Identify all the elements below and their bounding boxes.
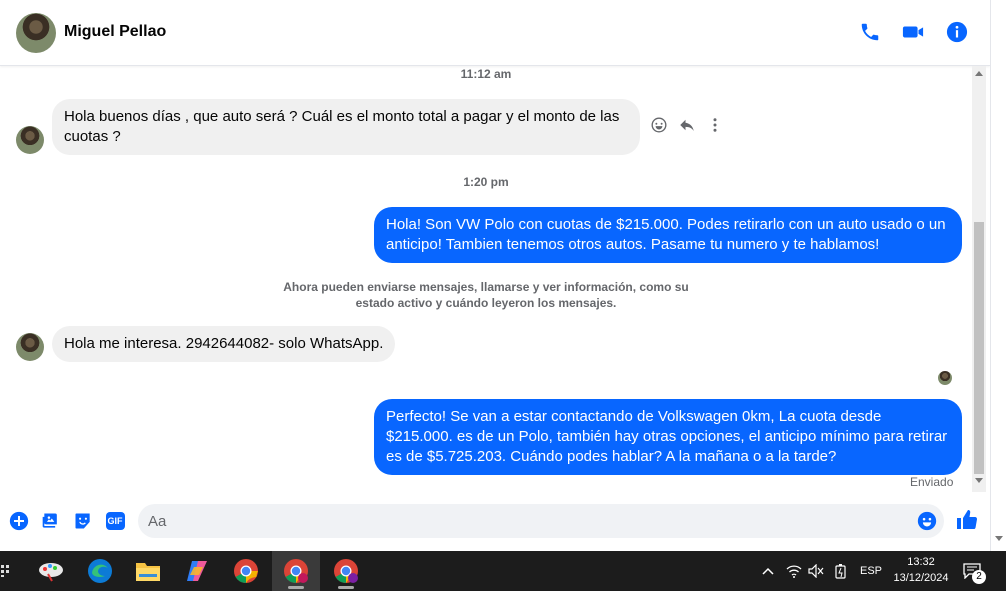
message-actions (650, 116, 724, 134)
incoming-message[interactable]: Hola buenos días , que auto será ? Cuál … (52, 99, 640, 155)
chrome-icon (234, 559, 258, 583)
window-edge-scrollbar[interactable] (990, 0, 1006, 551)
clock-time: 13:32 (907, 556, 935, 568)
message-composer: GIF (0, 498, 990, 544)
show-hidden-icons-button[interactable] (762, 551, 774, 591)
chrome-profile-icon (284, 559, 308, 583)
taskbar-clock[interactable]: 13:32 13/12/2024 (888, 554, 954, 586)
gif-icon: GIF (105, 512, 125, 530)
taskbar-app-paint[interactable] (37, 557, 65, 585)
voice-call-button[interactable] (858, 20, 882, 44)
delivery-status: Enviado (910, 475, 954, 489)
message-timestamp: 1:20 pm (463, 175, 509, 189)
scroll-down-arrow-icon[interactable] (995, 536, 1003, 541)
video-camera-icon (902, 26, 924, 38)
image-icon (42, 513, 57, 528)
emoji-icon (917, 511, 937, 531)
battery-charging-icon (835, 564, 846, 579)
sticker-icon (75, 513, 90, 529)
running-app-indicator (338, 586, 354, 589)
paint-palette-icon (39, 563, 63, 582)
chevron-up-icon (762, 567, 774, 575)
edge-browser-icon (88, 559, 112, 583)
attach-photo-button[interactable] (40, 510, 62, 532)
chrome-profile-icon (334, 559, 358, 583)
reply-arrow-icon (680, 119, 694, 131)
thumbs-up-icon (957, 510, 978, 529)
more-actions-button[interactable] (8, 510, 30, 532)
plus-circle-icon (9, 511, 29, 531)
taskbar-app-copilot[interactable] (183, 557, 211, 585)
input-language[interactable]: ESP (860, 551, 882, 591)
volume-control[interactable] (808, 551, 824, 591)
emoji-button[interactable] (916, 510, 938, 532)
scroll-up-arrow-icon[interactable] (975, 71, 983, 76)
privacy-notice: Ahora pueden enviarse mensajes, llamarse… (283, 280, 689, 310)
message-input-box[interactable] (138, 504, 944, 538)
taskbar-app-edge[interactable] (86, 557, 114, 585)
message-timestamp: 11:12 am (460, 67, 512, 81)
notification-count-badge: 2 (972, 570, 986, 584)
copilot-icon (187, 561, 207, 581)
sticker-button[interactable] (72, 510, 94, 532)
contact-name[interactable]: Miguel Pellao (64, 23, 166, 41)
task-view-icon (1, 565, 9, 577)
speaker-muted-icon (808, 564, 824, 578)
smiley-icon (651, 117, 667, 133)
outgoing-message[interactable]: Perfecto! Se van a estar contactando de … (374, 399, 962, 475)
phone-icon (861, 23, 879, 41)
active-app-indicator (288, 586, 304, 589)
message-input[interactable] (148, 504, 908, 538)
message-thread[interactable]: 11:12 am Hola buenos días , que auto ser… (0, 66, 972, 492)
react-button[interactable] (650, 116, 668, 134)
conversation-info-button[interactable] (945, 20, 969, 44)
read-receipt-avatar (938, 371, 952, 385)
windows-taskbar: ESP 13:32 13/12/2024 2 (0, 551, 1006, 591)
outgoing-message[interactable]: Hola! Son VW Polo con cuotas de $215.000… (374, 207, 962, 263)
reply-button[interactable] (678, 116, 696, 134)
taskbar-app-chrome[interactable] (232, 557, 260, 585)
messenger-window: Miguel Pellao 11:12 am Hola buenos días … (0, 0, 1006, 551)
scroll-down-arrow-icon[interactable] (975, 478, 983, 483)
info-icon (946, 21, 968, 43)
taskbar-app-file-explorer[interactable] (134, 557, 162, 585)
task-view-button[interactable] (0, 557, 12, 585)
send-like-button[interactable] (955, 508, 979, 532)
sender-avatar[interactable] (16, 126, 44, 154)
wifi-icon (786, 565, 802, 578)
conversation-header: Miguel Pellao (0, 0, 990, 66)
folder-icon (136, 563, 160, 581)
scrollbar-thumb[interactable] (974, 222, 984, 474)
clock-date: 13/12/2024 (893, 572, 949, 584)
video-call-button[interactable] (901, 20, 925, 44)
incoming-message[interactable]: Hola me interesa. 2942644082- solo Whats… (52, 326, 396, 362)
taskbar-app-chrome-profile-2[interactable] (332, 557, 360, 589)
sender-avatar[interactable] (16, 333, 44, 361)
thread-scrollbar[interactable] (972, 66, 986, 492)
vertical-ellipsis-icon (713, 118, 717, 132)
battery-status[interactable] (834, 551, 848, 591)
taskbar-app-chrome-profile-active[interactable] (272, 551, 320, 591)
contact-avatar[interactable] (16, 13, 56, 53)
gif-button[interactable]: GIF (104, 510, 126, 532)
network-status[interactable] (786, 551, 802, 591)
more-options-button[interactable] (706, 116, 724, 134)
